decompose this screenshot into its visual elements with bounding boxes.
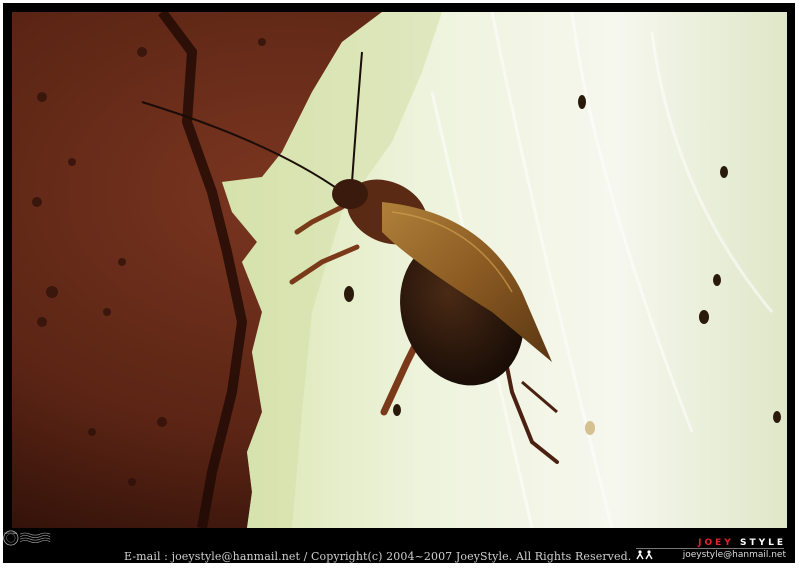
brand-logo: JOEY STYLE joeystyle@hanmail.net: [628, 538, 788, 562]
photo-frame: PHOTO STAMP E-mail : joeystyle@hanmail.n…: [0, 0, 800, 568]
brand-title-white: STYLE: [739, 538, 786, 548]
brand-title-red: JOEY: [698, 538, 740, 548]
photo-illustration: [12, 12, 787, 528]
brand-divider: [636, 548, 784, 549]
cricket-photo: [12, 12, 787, 528]
copyright-text: E-mail : joeystyle@hanmail.net / Copyrig…: [124, 550, 632, 563]
pale-aphid: [585, 421, 595, 435]
people-icon: [636, 550, 653, 560]
brand-email: joeystyle@hanmail.net: [682, 550, 786, 560]
brand-title: JOEY STYLE: [698, 538, 786, 548]
